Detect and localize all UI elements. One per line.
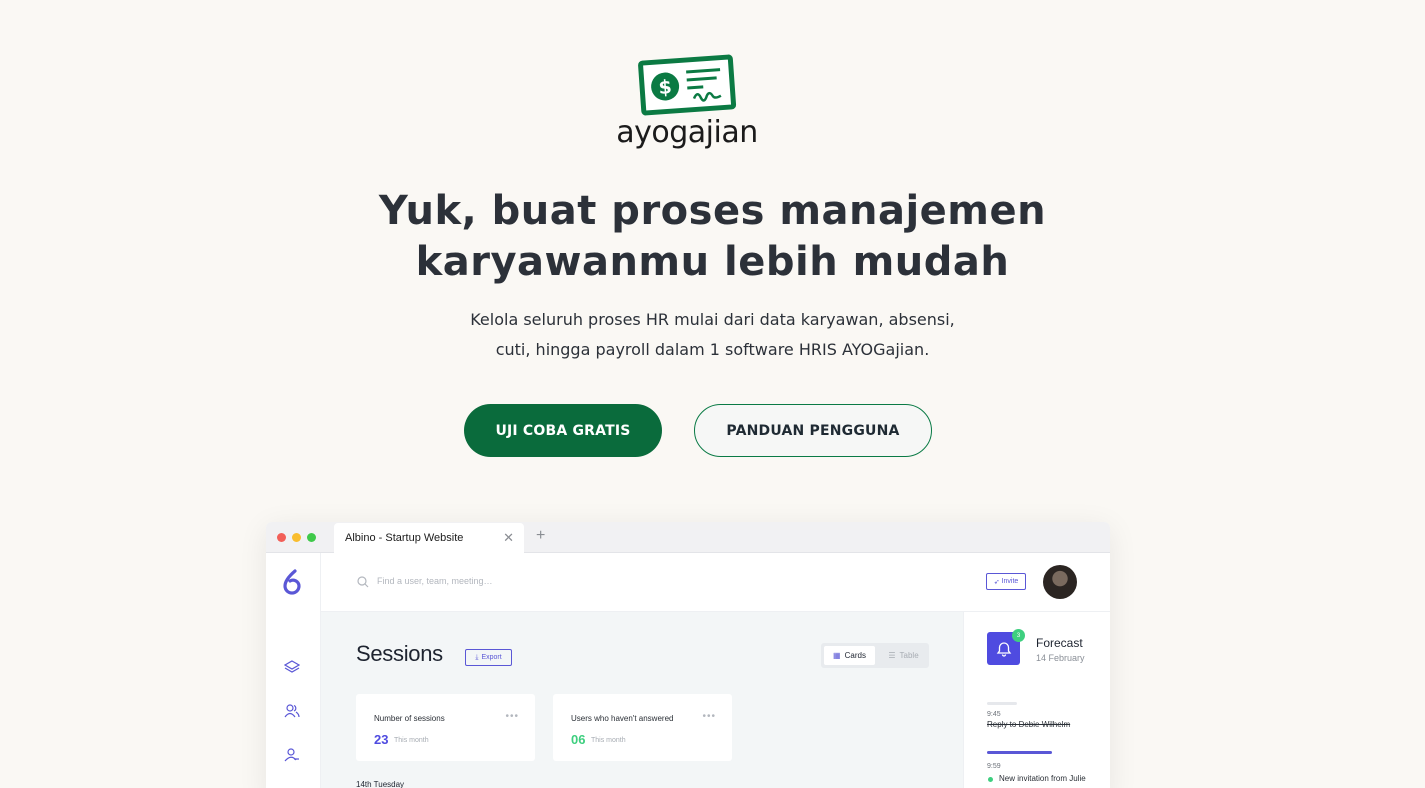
hero-title-line: Yuk, buat proses manajemen	[378, 188, 1047, 234]
cards-view-label: Cards	[844, 651, 866, 660]
stat-card-title: Users who haven't answered	[571, 714, 674, 723]
app-mockup-window: Albino - Startup Website ✕ + Find a user…	[266, 522, 1110, 788]
timeline-bar	[987, 751, 1052, 754]
export-button[interactable]: ⤓ Export	[465, 649, 512, 666]
hero-subtitle: Kelola seluruh proses HR mulai dari data…	[400, 305, 1025, 365]
stat-card[interactable]: Users who haven't answered ••• 06 This m…	[553, 694, 732, 761]
cheque-dollar-icon: $	[638, 54, 737, 116]
more-icon[interactable]: •••	[702, 711, 716, 722]
notification-badge: 3	[1012, 629, 1025, 642]
window-minimize-dot	[292, 533, 301, 542]
hero-subtitle-line: cuti, hingga payroll dalam 1 software HR…	[495, 340, 930, 359]
forecast-panel: 3 Forecast 14 February 9:45 Reply to Deb…	[963, 612, 1110, 788]
plus-icon: +	[536, 527, 546, 544]
window-maximize-dot	[307, 533, 316, 542]
app-sidebar	[266, 553, 321, 788]
view-toggle: ▦ Cards ☰ Table	[821, 643, 929, 668]
forecast-title: Forecast	[1036, 636, 1083, 650]
search-icon	[357, 576, 369, 588]
app-logo-icon	[283, 569, 301, 595]
cards-view-button[interactable]: ▦ Cards	[824, 646, 875, 665]
window-close-dot	[277, 533, 286, 542]
table-view-button[interactable]: ☰ Table	[881, 646, 926, 665]
bell-icon	[996, 641, 1011, 657]
timeline-item[interactable]: Reply to Debie Wilhelm	[987, 720, 1070, 729]
stat-card-period: This month	[394, 737, 429, 744]
date-label: 14th Tuesday	[356, 780, 405, 788]
stat-card[interactable]: Number of sessions ••• 23 This month	[356, 694, 535, 761]
brand-wordmark: ayogajian	[616, 115, 758, 150]
invite-button[interactable]: ➶ Invite	[986, 573, 1026, 590]
send-icon: ➶	[993, 578, 1000, 586]
timeline-time: 9:45	[987, 711, 1001, 718]
browser-tab: Albino - Startup Website ✕	[334, 523, 524, 553]
hero-subtitle-line: Kelola seluruh proses HR mulai dari data…	[470, 310, 955, 329]
status-dot	[988, 777, 993, 782]
user-guide-button[interactable]: PANDUAN PENGGUNA	[694, 404, 932, 457]
hero-title-line: karyawanmu lebih mudah	[415, 239, 1010, 285]
timeline-time: 9:59	[987, 763, 1001, 770]
stat-card-period: This month	[591, 737, 626, 744]
users-icon	[284, 704, 300, 718]
stat-card-value: 06	[571, 732, 586, 747]
layers-icon	[284, 660, 300, 673]
user-settings-icon	[284, 748, 299, 762]
brand-logo[interactable]: $ ayogajian	[612, 52, 762, 150]
more-icon[interactable]: •••	[505, 711, 519, 722]
page-title: Sessions	[356, 641, 443, 666]
app-main-panel: Sessions ⤓ Export ▦ Cards ☰ Table Number…	[321, 612, 963, 788]
download-icon: ⤓	[475, 653, 479, 661]
stat-card-title: Number of sessions	[374, 714, 445, 723]
search-input[interactable]: Find a user, team, meeting…	[377, 576, 493, 586]
browser-tab-bar: Albino - Startup Website ✕ +	[266, 522, 1110, 553]
timeline-item[interactable]: New invitation from Julie	[999, 774, 1086, 783]
browser-tab-title: Albino - Startup Website	[345, 532, 464, 544]
export-label: Export	[481, 654, 502, 661]
forecast-date: 14 February	[1036, 653, 1085, 663]
close-icon: ✕	[503, 530, 514, 545]
app-topbar: Find a user, team, meeting… ➶ Invite	[321, 553, 1110, 612]
avatar[interactable]	[1043, 565, 1077, 599]
timeline-bar	[987, 702, 1017, 705]
svg-text:$: $	[658, 76, 673, 99]
table-icon: ☰	[888, 651, 896, 660]
grid-icon: ▦	[833, 651, 841, 660]
table-view-label: Table	[899, 651, 919, 660]
hero-title: Yuk, buat proses manajemen karyawanmu le…	[300, 186, 1125, 288]
stat-card-value: 23	[374, 732, 389, 747]
free-trial-button[interactable]: UJI COBA GRATIS	[464, 404, 662, 457]
invite-label: Invite	[1001, 578, 1019, 585]
